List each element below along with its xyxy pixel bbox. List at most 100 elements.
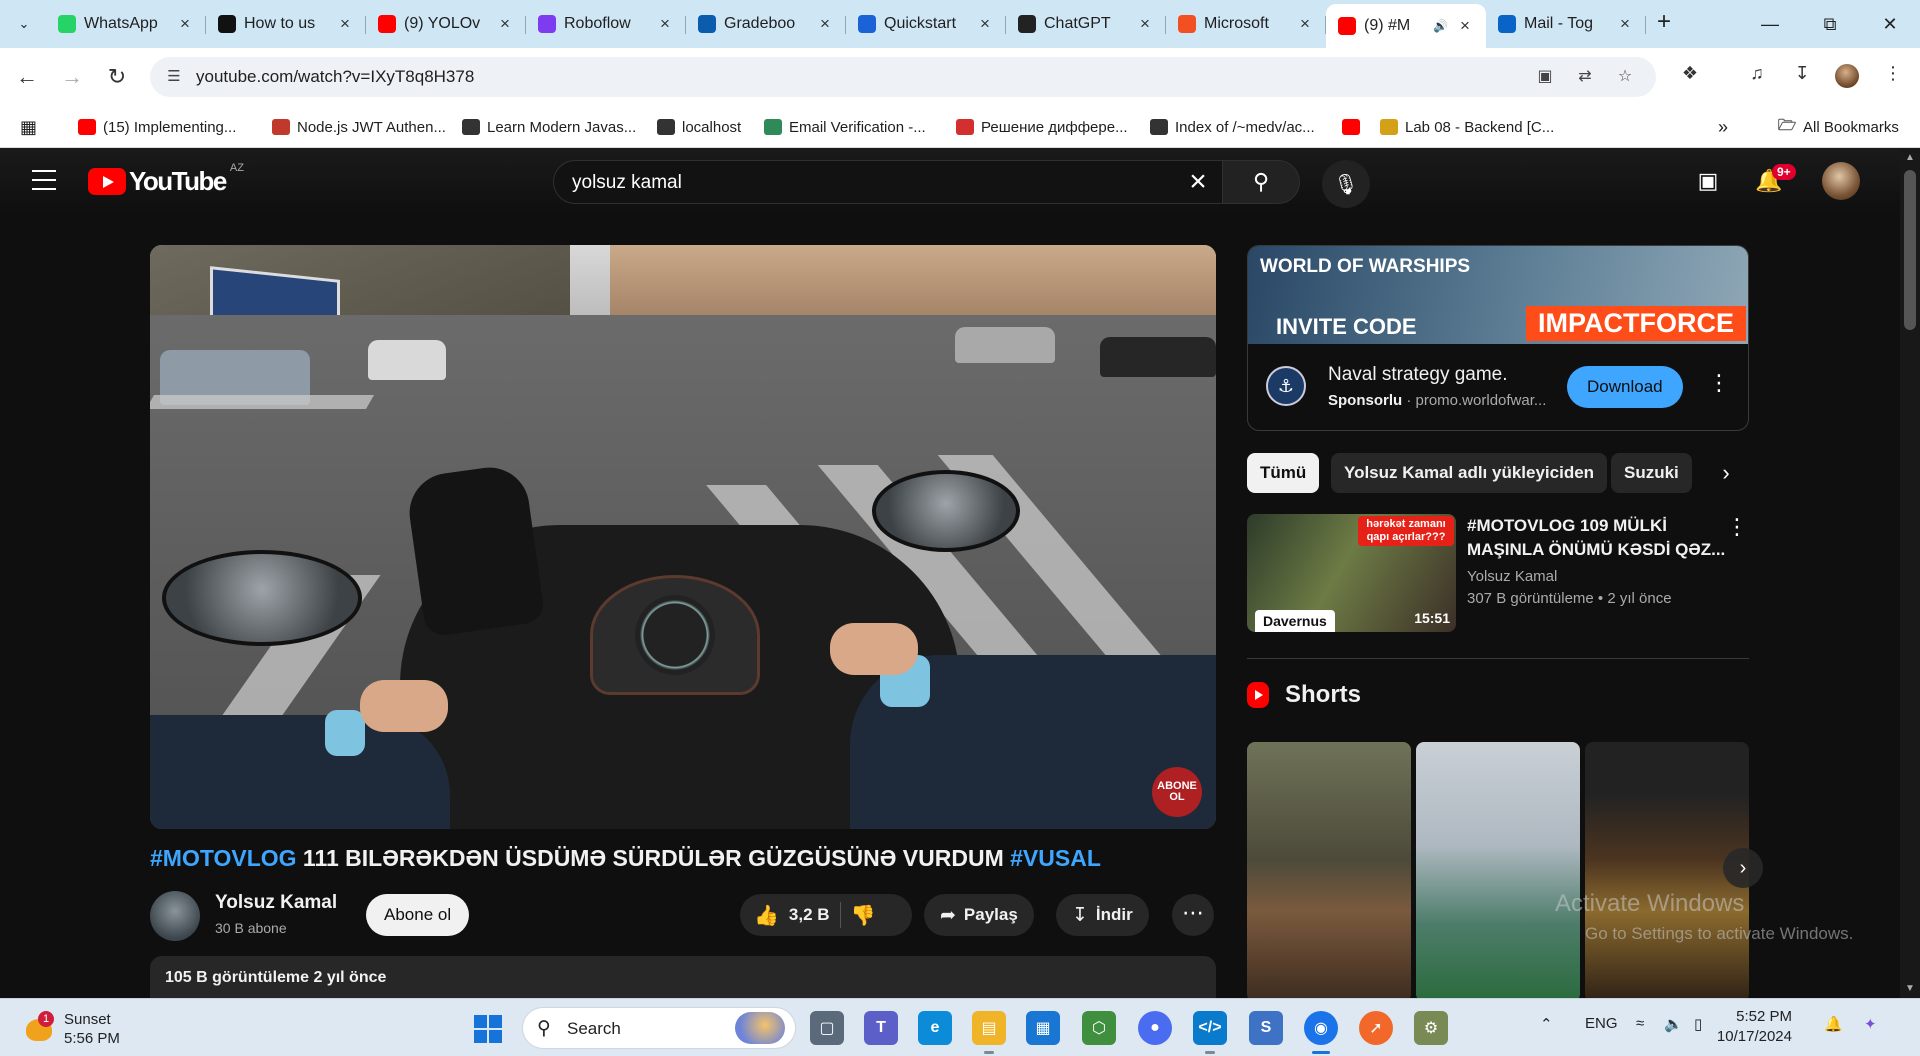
minimize-button[interactable]: — bbox=[1740, 0, 1800, 48]
start-button[interactable] bbox=[474, 1015, 502, 1043]
create-video-icon[interactable]: ▣ bbox=[1693, 168, 1723, 198]
app-icon[interactable]: ⚙ bbox=[1414, 1011, 1448, 1045]
close-tab-icon[interactable]: × bbox=[1616, 14, 1634, 34]
chrome-icon[interactable]: ◉ bbox=[1304, 1011, 1338, 1054]
recommended-menu-icon[interactable]: ⋮ bbox=[1726, 514, 1748, 540]
ad-menu-icon[interactable]: ⋮ bbox=[1708, 370, 1730, 396]
edge-icon[interactable]: e bbox=[918, 1011, 952, 1045]
bookmark-item[interactable]: Learn Modern Javas... bbox=[462, 116, 636, 138]
sql-server-icon[interactable]: S bbox=[1249, 1011, 1283, 1045]
all-bookmarks-folder[interactable]: 🗁 All Bookmarks bbox=[1778, 116, 1899, 138]
ad-download-button[interactable]: Download bbox=[1567, 366, 1683, 408]
tab-audio-icon[interactable]: 🔊 bbox=[1433, 19, 1448, 33]
close-tab-icon[interactable]: × bbox=[816, 14, 834, 34]
share-button[interactable]: ➦ Paylaş bbox=[924, 894, 1034, 936]
wifi-icon[interactable]: ≈ bbox=[1636, 1015, 1644, 1032]
chat-app-icon[interactable]: ● bbox=[1138, 1011, 1172, 1045]
short-thumbnail[interactable] bbox=[1416, 742, 1580, 998]
volume-icon[interactable]: 🔈 bbox=[1664, 1015, 1683, 1033]
close-tab-icon[interactable]: × bbox=[976, 14, 994, 34]
youtube-logo[interactable]: YouTube AZ bbox=[88, 162, 244, 197]
guide-menu-icon[interactable] bbox=[32, 170, 56, 190]
bookmark-item[interactable]: Node.js JWT Authen... bbox=[272, 116, 446, 138]
bookmark-item[interactable]: Lab 08 - Backend [C... bbox=[1380, 116, 1554, 138]
ad-title[interactable]: Naval strategy game. bbox=[1328, 364, 1508, 386]
ad-logo-icon[interactable]: ⚓ bbox=[1266, 366, 1306, 406]
search-input[interactable]: yolsuz kamal × bbox=[553, 160, 1223, 204]
more-actions-button[interactable]: ⋯ bbox=[1172, 894, 1214, 936]
close-tab-icon[interactable]: × bbox=[656, 14, 674, 34]
nodejs-icon[interactable]: ⬡ bbox=[1082, 1011, 1116, 1045]
teams-icon[interactable]: T bbox=[864, 1011, 898, 1045]
translate-icon[interactable]: ⇄ bbox=[1574, 66, 1596, 88]
close-tab-icon[interactable]: × bbox=[1456, 16, 1474, 36]
close-window-button[interactable]: ✕ bbox=[1860, 0, 1920, 48]
hashtag-link[interactable]: #MOTOVLOG bbox=[150, 845, 297, 871]
description-box[interactable]: 105 B görüntüleme 2 yıl önce bbox=[150, 956, 1216, 998]
chip-from-uploader[interactable]: Yolsuz Kamal adlı yükleyiciden bbox=[1331, 453, 1608, 493]
clear-search-icon[interactable]: × bbox=[1183, 167, 1213, 197]
sponsored-ad[interactable]: WORLD OF WARSHIPS INVITE CODE IMPACTFORC… bbox=[1247, 245, 1749, 431]
voice-search-button[interactable]: 🎙 bbox=[1322, 160, 1370, 208]
install-app-icon[interactable]: ▣ bbox=[1534, 66, 1556, 88]
forward-button[interactable]: → bbox=[56, 61, 88, 93]
media-controls-icon[interactable]: ♫ bbox=[1744, 63, 1770, 89]
notification-icon[interactable]: 🔔 bbox=[1824, 1015, 1843, 1033]
apps-grid-icon[interactable]: ▦ bbox=[20, 116, 37, 138]
browser-tab[interactable]: Quickstart × bbox=[846, 4, 1006, 44]
download-button[interactable]: ↧ İndir bbox=[1056, 894, 1149, 936]
browser-tab[interactable]: WhatsApp × bbox=[46, 4, 206, 44]
browser-tab[interactable]: (9) #M 🔊 × bbox=[1326, 4, 1486, 48]
recommended-thumbnail[interactable]: hərəkət zamanı qapı açırlar??? Davernus … bbox=[1247, 514, 1456, 632]
chip-all[interactable]: Tümü bbox=[1247, 453, 1320, 493]
back-button[interactable]: ← bbox=[11, 61, 43, 93]
bookmark-item[interactable]: Index of /~medv/ac... bbox=[1150, 116, 1315, 138]
url-text[interactable]: youtube.com/watch?v=IXyT8q8H378 bbox=[196, 67, 474, 87]
task-view-icon[interactable]: ▢ bbox=[810, 1011, 844, 1045]
channel-avatar[interactable] bbox=[150, 891, 200, 941]
taskbar-clock[interactable]: 5:52 PM 10/17/2024 bbox=[1702, 1007, 1792, 1047]
file-explorer-icon[interactable]: ▤ bbox=[972, 1011, 1006, 1054]
page-scrollbar[interactable]: ▲ ▼ bbox=[1900, 148, 1920, 998]
vscode-icon[interactable]: </> bbox=[1193, 1011, 1227, 1054]
scroll-thumb[interactable] bbox=[1904, 170, 1916, 330]
dislike-icon[interactable]: 👎 bbox=[851, 903, 876, 928]
site-info-icon[interactable]: ☰ bbox=[164, 67, 184, 87]
recommended-channel[interactable]: Yolsuz Kamal bbox=[1467, 568, 1557, 585]
like-count[interactable]: 3,2 B bbox=[789, 905, 830, 925]
browser-tab[interactable]: Roboflow × bbox=[526, 4, 686, 44]
bookmark-item[interactable]: Email Verification -... bbox=[764, 116, 926, 138]
scroll-down-icon[interactable]: ▼ bbox=[1905, 983, 1915, 994]
bookmark-item[interactable]: localhost bbox=[657, 116, 741, 138]
reload-button[interactable]: ↻ bbox=[101, 61, 133, 93]
chips-next-icon[interactable]: › bbox=[1706, 453, 1746, 493]
downloads-icon[interactable]: ↧ bbox=[1789, 63, 1815, 89]
close-tab-icon[interactable]: × bbox=[1296, 14, 1314, 34]
short-thumbnail[interactable] bbox=[1247, 742, 1411, 998]
new-tab-button[interactable]: + bbox=[1650, 8, 1678, 36]
bookmark-star-icon[interactable]: ☆ bbox=[1614, 66, 1636, 88]
tab-search-button[interactable]: ⌄ bbox=[10, 10, 38, 38]
browser-tab[interactable]: Microsoft × bbox=[1166, 4, 1326, 44]
address-bar[interactable]: ☰ youtube.com/watch?v=IXyT8q8H378 ▣ ⇄ ☆ bbox=[150, 57, 1656, 97]
extensions-icon[interactable]: ❖ bbox=[1677, 63, 1703, 89]
browser-tab[interactable]: How to us × bbox=[206, 4, 366, 44]
profile-avatar[interactable] bbox=[1835, 64, 1859, 88]
more-bookmarks-icon[interactable]: » bbox=[1718, 116, 1728, 138]
shorts-next-icon[interactable]: › bbox=[1723, 848, 1763, 888]
browser-tab[interactable]: Mail - Tog × bbox=[1486, 4, 1646, 44]
recommended-title[interactable]: #MOTOVLOG 109 MÜLKİ MAŞINLA ÖNÜMÜ KƏSDİ … bbox=[1467, 514, 1727, 562]
subscribe-button[interactable]: Abone ol bbox=[366, 894, 470, 936]
bookmark-item[interactable] bbox=[1342, 116, 1367, 138]
close-tab-icon[interactable]: × bbox=[1136, 14, 1154, 34]
chrome-menu-icon[interactable]: ⋮ bbox=[1880, 63, 1906, 89]
copilot-icon[interactable]: ✦ bbox=[1864, 1015, 1877, 1033]
scroll-up-icon[interactable]: ▲ bbox=[1905, 152, 1915, 163]
input-language[interactable]: ENG bbox=[1585, 1015, 1618, 1032]
hashtag-link[interactable]: #VUSAL bbox=[1010, 845, 1101, 871]
channel-name[interactable]: Yolsuz Kamal bbox=[215, 892, 337, 914]
subscribe-watermark[interactable]: ABONE OL bbox=[1152, 767, 1202, 817]
tray-overflow-icon[interactable]: ⌃ bbox=[1540, 1015, 1553, 1033]
ad-banner-image[interactable]: WORLD OF WARSHIPS INVITE CODE IMPACTFORC… bbox=[1248, 246, 1748, 344]
search-query[interactable]: yolsuz kamal bbox=[572, 172, 682, 194]
